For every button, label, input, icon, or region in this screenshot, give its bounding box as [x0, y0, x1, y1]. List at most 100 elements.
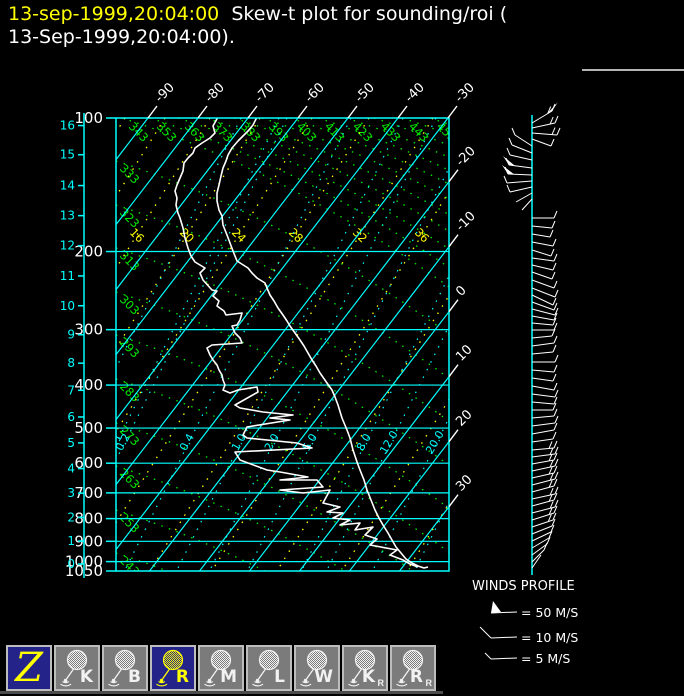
theta-label: 353 [154, 119, 179, 144]
moist-adiabat-label: 28 [286, 225, 306, 245]
legend-label: = 5 M/S [521, 651, 570, 666]
button-letter: L [274, 667, 285, 687]
wind-barb [511, 127, 533, 147]
toolbar-button-r[interactable]: R [150, 645, 196, 691]
wind-barb [531, 287, 559, 298]
wind-barb [531, 373, 557, 382]
toolbar-button-w[interactable]: W [294, 645, 340, 691]
isotherm-line [116, 118, 299, 356]
pressure-tick-label: 600 [74, 454, 103, 472]
moist-adiabat-label: 16 [127, 225, 147, 245]
button-letter: M [220, 667, 237, 687]
mixing-ratio-line [246, 166, 449, 571]
wind-barb [531, 115, 559, 129]
button-letter: R [175, 667, 189, 687]
wind-barb [531, 382, 558, 391]
wind-barb [508, 137, 533, 154]
wind-barb [531, 492, 558, 507]
button-letter: K [361, 667, 375, 687]
top-temp-tick [347, 105, 358, 119]
top-temp-label: -90 [152, 80, 178, 106]
dry-adiabat-line [116, 291, 449, 466]
moist-adiabat-label: 36 [412, 225, 432, 245]
height-tick-label: 10 [60, 299, 75, 313]
pressure-tick-label: 800 [74, 510, 103, 528]
toolbar-button-b[interactable]: B [102, 645, 148, 691]
moist-adiabat-line [276, 294, 449, 571]
wind-barb [531, 262, 557, 271]
theta-label: 243 [117, 553, 142, 578]
isotherm-line [116, 118, 199, 226]
toolbar-button-k[interactable]: K [54, 645, 100, 691]
right-temp-tick [448, 494, 459, 508]
wind-barb [531, 248, 555, 257]
pressure-tick-label: 400 [74, 376, 103, 394]
legend-row: = 10 M/S [479, 626, 578, 645]
height-tick-label: 16 [60, 119, 75, 133]
toolbar-button-z[interactable]: Z [6, 645, 52, 691]
toolbar-button-l[interactable]: L [246, 645, 292, 691]
mixing-ratio-line [371, 416, 449, 571]
toolbar-button-kr[interactable]: KR [342, 645, 388, 691]
mixing-ratio-line [123, 118, 352, 571]
top-temp-tick [297, 105, 308, 119]
pressure-tick-label: 500 [74, 419, 103, 437]
moist-adiabat-label: 24 [229, 225, 249, 245]
legend-label: = 50 M/S [521, 605, 578, 620]
top-temp-tick [147, 105, 158, 119]
button-letter-sub: R [425, 678, 433, 688]
wind-barb [531, 396, 558, 405]
wind-barb [531, 471, 559, 486]
top-temp-label: -40 [402, 80, 428, 106]
right-temp-tick [448, 169, 459, 183]
dry-adiabat-line [233, 118, 449, 216]
isotherm-line [116, 118, 449, 551]
wind-barb [515, 192, 533, 203]
mixing-ratio-label: 12.0 [377, 428, 401, 456]
right-temp-label: -20 [453, 144, 479, 170]
legend-row: = 5 M/S [484, 651, 570, 666]
top-temp-tick [197, 105, 208, 119]
top-temp-label: -30 [452, 80, 478, 106]
top-temp-tick [247, 105, 258, 119]
button-letter-sub: R [377, 678, 385, 688]
wind-barb [531, 271, 556, 280]
wind-barb [531, 440, 558, 451]
wind-barb [531, 364, 558, 373]
right-temp-label: -10 [453, 209, 479, 235]
right-temp-tick [448, 364, 459, 378]
toolbar-button-rr[interactable]: RR [390, 645, 436, 691]
dry-adiabat-line [121, 118, 449, 288]
flag-barb-icon [491, 601, 501, 613]
theta-label: 333 [117, 161, 142, 186]
right-temp-label: 30 [453, 472, 475, 494]
button-letter: B [128, 667, 141, 687]
wind-barb [531, 458, 559, 472]
plot-frame [115, 117, 450, 572]
height-tick-label: 1 [67, 534, 75, 548]
top-temp-tick [447, 105, 458, 119]
winds-profile-title: WINDS PROFILE [472, 579, 575, 594]
wind-barb [531, 138, 555, 147]
wind-barb [531, 102, 558, 124]
button-letter: R [409, 667, 423, 687]
wind-barb [531, 344, 557, 355]
toolbar-button-m[interactable]: M [198, 645, 244, 691]
height-tick-label: 7 [67, 383, 75, 397]
button-letter: K [79, 667, 93, 687]
wind-barb [531, 229, 554, 238]
wind-barb [531, 127, 561, 136]
height-tick-label: 15 [60, 148, 75, 162]
pressure-tick-label: 100 [74, 109, 103, 127]
wind-barb [503, 175, 533, 184]
z-glyph: Z [15, 645, 43, 691]
height-tick-label: 13 [60, 209, 75, 223]
isotherm-line [450, 118, 684, 571]
top-temp-label: -80 [202, 80, 228, 106]
mixing-ratio-label: 5.0 [300, 431, 320, 453]
wind-barb [531, 238, 557, 247]
moist-adiabat-line [149, 118, 434, 571]
top-temp-label: -70 [252, 80, 278, 106]
isotherm-line [199, 245, 449, 571]
mixing-ratio-label: 20.0 [423, 428, 447, 456]
